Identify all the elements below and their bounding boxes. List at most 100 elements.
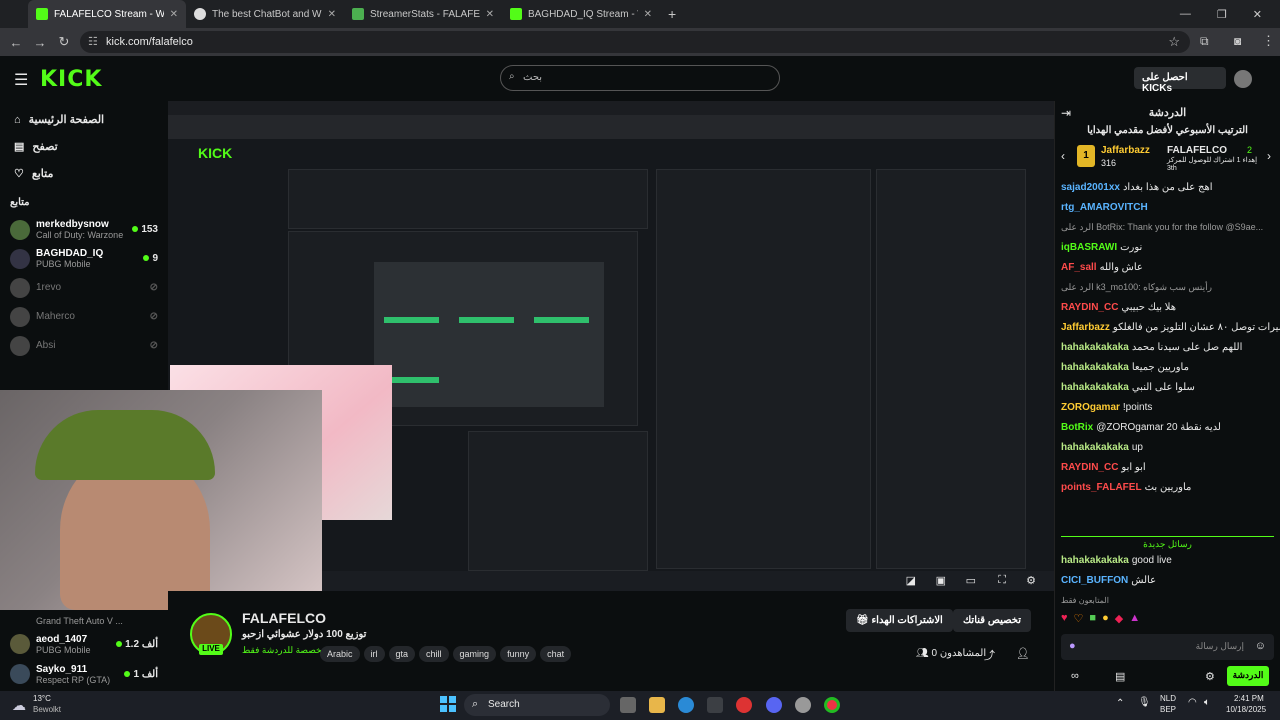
tag[interactable]: funny [500, 646, 537, 662]
channel-item-offline[interactable]: Maherco ⊘ [0, 302, 168, 331]
settings-icon[interactable] [795, 697, 811, 713]
nav-browse[interactable]: ▤ تصفح [0, 133, 168, 160]
back-icon[interactable]: ← [4, 35, 28, 50]
close-icon[interactable]: ✕ [328, 9, 336, 20]
chat-username[interactable]: CICI_BUFFON [1061, 575, 1128, 586]
clip-icon[interactable]: ▣ [936, 574, 946, 587]
tag[interactable]: irl [363, 646, 385, 662]
chat-settings-icon[interactable]: ⚙ [1205, 670, 1215, 683]
bookmark-star-icon[interactable]: ☆ [1168, 34, 1180, 50]
infinity-icon[interactable]: ∞ [1071, 670, 1079, 682]
clock-date[interactable]: 10/18/2025 [1226, 705, 1266, 714]
fullscreen-icon[interactable]: ⛶ [998, 574, 1006, 587]
windows-start-icon[interactable] [440, 696, 456, 712]
leaderboard-top2[interactable]: FALAFELCO [1167, 145, 1227, 156]
tab-chatbot[interactable]: The best ChatBot and Widgets ✕ [186, 0, 344, 28]
follow-user-icon[interactable]: 👤︎ [1016, 647, 1030, 660]
chevron-left-icon[interactable]: ‹ [1061, 149, 1065, 163]
chat-username[interactable]: hahakakakaka [1061, 382, 1129, 393]
chat-username[interactable]: hahakakakaka [1061, 555, 1129, 566]
new-tab-button[interactable]: + [660, 0, 684, 28]
emote-icon[interactable]: ◆ [1115, 612, 1123, 626]
site-info-icon[interactable]: ☷ [88, 35, 98, 48]
tag[interactable]: Arabic [320, 646, 360, 662]
app-icon[interactable] [736, 697, 752, 713]
emote-bar[interactable]: ♥ ♡ ■ ● ◆ ▲ [1055, 608, 1280, 630]
tab-falafelco[interactable]: FALAFELCO Stream - Watch Live ✕ [28, 0, 186, 28]
get-kicks-button[interactable]: احصل على KICKs [1134, 67, 1226, 94]
chat-input[interactable]: ● إرسال رسالة ☺ [1061, 634, 1274, 660]
channel-name[interactable]: FALAFELCO [242, 610, 326, 626]
theater-icon[interactable]: ▭ [966, 574, 976, 587]
chat-username[interactable]: Jaffarbazz [1061, 322, 1110, 333]
emoji-icon[interactable]: ☺ [1255, 640, 1266, 652]
tab-baghdad[interactable]: BAGHDAD_IQ Stream - Watch L... ✕ [502, 0, 660, 28]
channel-item[interactable]: BAGHDAD_IQ PUBG Mobile 9 [0, 244, 168, 273]
close-icon[interactable]: ✕ [644, 9, 652, 20]
pip-icon[interactable]: ◪ [906, 574, 916, 587]
language-indicator[interactable]: NLD [1160, 694, 1176, 703]
leaderboard-top1[interactable]: Jaffarbazz [1101, 145, 1150, 156]
channel-item-offline[interactable]: Absi ⊘ [0, 331, 168, 360]
store-icon[interactable] [707, 697, 723, 713]
customize-channel-button[interactable]: تخصيص قناتك [953, 609, 1032, 632]
kick-logo[interactable]: KICK [40, 67, 102, 92]
chat-username[interactable]: rtg_AMAROVITCH [1061, 202, 1148, 213]
subscribe-button[interactable]: 🎁︎ الاشتراكات الهداء [846, 609, 953, 632]
maximize-icon[interactable]: ❐ [1217, 8, 1227, 21]
menu-icon[interactable]: ⋮ [1262, 33, 1275, 49]
tray-chevron-icon[interactable]: ⌃ [1116, 698, 1124, 709]
search-input[interactable]: ⌕ بحث [500, 65, 780, 91]
chat-username[interactable]: sajad2001xx [1061, 182, 1120, 193]
clock-time[interactable]: 2:41 PM [1234, 694, 1264, 703]
chat-username[interactable]: ZOROgamar [1061, 402, 1120, 413]
chrome-icon[interactable] [824, 697, 840, 713]
close-icon[interactable]: ✕ [486, 9, 494, 20]
chat-username[interactable]: hahakakakaka [1061, 362, 1129, 373]
tag[interactable]: chat [540, 646, 572, 662]
wifi-icon[interactable]: ◠ [1188, 697, 1197, 708]
chat-username[interactable]: points_FALAFEL [1061, 482, 1142, 493]
chat-username[interactable]: iqBASRAWI [1061, 242, 1117, 253]
channel-item[interactable]: aeod_1407 PUBG Mobile 1.2 ألف [0, 629, 168, 659]
extensions-icon[interactable]: ⧉ [1200, 34, 1209, 49]
share-icon[interactable]: ⤴ [984, 647, 995, 663]
discord-icon[interactable] [766, 697, 782, 713]
gift-icon[interactable]: ▤ [1115, 670, 1125, 683]
minimize-icon[interactable]: — [1180, 8, 1191, 21]
edge-icon[interactable] [678, 697, 694, 713]
volume-icon[interactable]: 🔈︎ [1204, 697, 1210, 708]
nav-home[interactable]: ⌂ الصفحة الرئيسية [0, 106, 168, 133]
profile-icon[interactable]: ◙ [1234, 34, 1241, 48]
stream-category[interactable]: مخصصة للدردشة فقط [242, 645, 327, 656]
close-icon[interactable]: ✕ [170, 9, 178, 20]
taskbar-search[interactable]: ⌕ Search [464, 694, 610, 716]
channel-item[interactable]: merkedbysnow Call of Duty: Warzone 153 [0, 215, 168, 244]
nav-following[interactable]: ♡ متابع [0, 160, 168, 187]
mic-icon[interactable]: 🎙︎ [1138, 697, 1151, 708]
chat-username[interactable]: BotRix [1061, 422, 1093, 433]
mic-icon[interactable]: ● [1069, 640, 1076, 652]
settings-icon[interactable]: ⚙ [1026, 574, 1036, 587]
chevron-right-icon[interactable]: › [1267, 149, 1271, 163]
channel-item-offline[interactable]: 1revo ⊘ [0, 273, 168, 302]
collapse-chat-icon[interactable]: ⇥ [1061, 106, 1071, 120]
tag[interactable]: chill [419, 646, 449, 662]
chat-username[interactable]: RAYDIN_CC [1061, 302, 1118, 313]
send-button[interactable]: الدردشة [1227, 666, 1269, 686]
chat-username[interactable]: hahakakakaka [1061, 342, 1129, 353]
task-view-icon[interactable] [620, 697, 636, 713]
chat-username[interactable]: hahakakakaka [1061, 442, 1129, 453]
emote-icon[interactable]: ♥ [1061, 612, 1068, 626]
emote-icon[interactable]: ♡ [1074, 612, 1084, 626]
emote-icon[interactable]: ■ [1089, 612, 1096, 626]
hamburger-menu-icon[interactable]: ☰ [14, 70, 28, 90]
reload-icon[interactable]: ↻ [52, 34, 76, 50]
channel-item[interactable]: Sayko_911 Respect RP (GTA) 1 ألف [0, 659, 168, 689]
forward-icon[interactable]: → [28, 35, 52, 50]
chat-username[interactable]: RAYDIN_CC [1061, 462, 1118, 473]
tag[interactable]: gta [388, 646, 416, 662]
emote-icon[interactable]: ▲ [1129, 612, 1140, 626]
file-explorer-icon[interactable] [649, 697, 665, 713]
url-field[interactable]: ☷ kick.com/falafelco ☆ [80, 31, 1190, 53]
